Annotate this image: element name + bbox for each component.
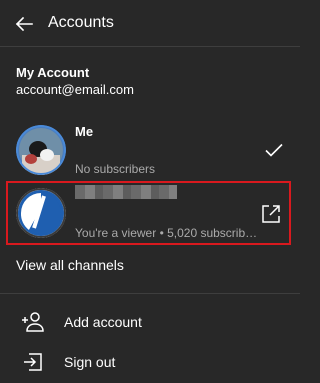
channel-name: Me — [75, 124, 94, 139]
avatar — [16, 188, 66, 238]
channel-subtitle: No subscribers — [75, 162, 156, 176]
account-heading: My Account — [16, 65, 90, 80]
divider — [0, 293, 300, 294]
sign-out-item[interactable]: Sign out — [0, 342, 300, 382]
account-email: account@email.com — [16, 82, 134, 97]
header: Accounts — [0, 0, 300, 46]
checkmark-icon — [262, 138, 286, 162]
add-person-icon — [21, 310, 45, 334]
accounts-panel: Accounts My Account account@email.com Me… — [0, 0, 300, 383]
account-info: My Account account@email.com — [16, 64, 286, 98]
avatar — [16, 125, 66, 175]
menu-item-label: Sign out — [64, 354, 116, 370]
sign-out-icon — [21, 350, 45, 374]
arrow-left-icon[interactable] — [12, 12, 36, 36]
add-account-item[interactable]: Add account — [0, 302, 300, 342]
channel-item-me[interactable]: Me No subscribers — [0, 120, 300, 178]
divider — [0, 46, 300, 47]
open-external-icon[interactable] — [260, 203, 282, 225]
page-title: Accounts — [48, 14, 114, 31]
channel-subtitle: You're a viewer • 5,020 subscribe… — [75, 226, 260, 240]
menu-item-label: Add account — [64, 314, 142, 330]
view-all-channels-link[interactable]: View all channels — [16, 256, 124, 274]
redacted-channel-name — [75, 185, 177, 199]
